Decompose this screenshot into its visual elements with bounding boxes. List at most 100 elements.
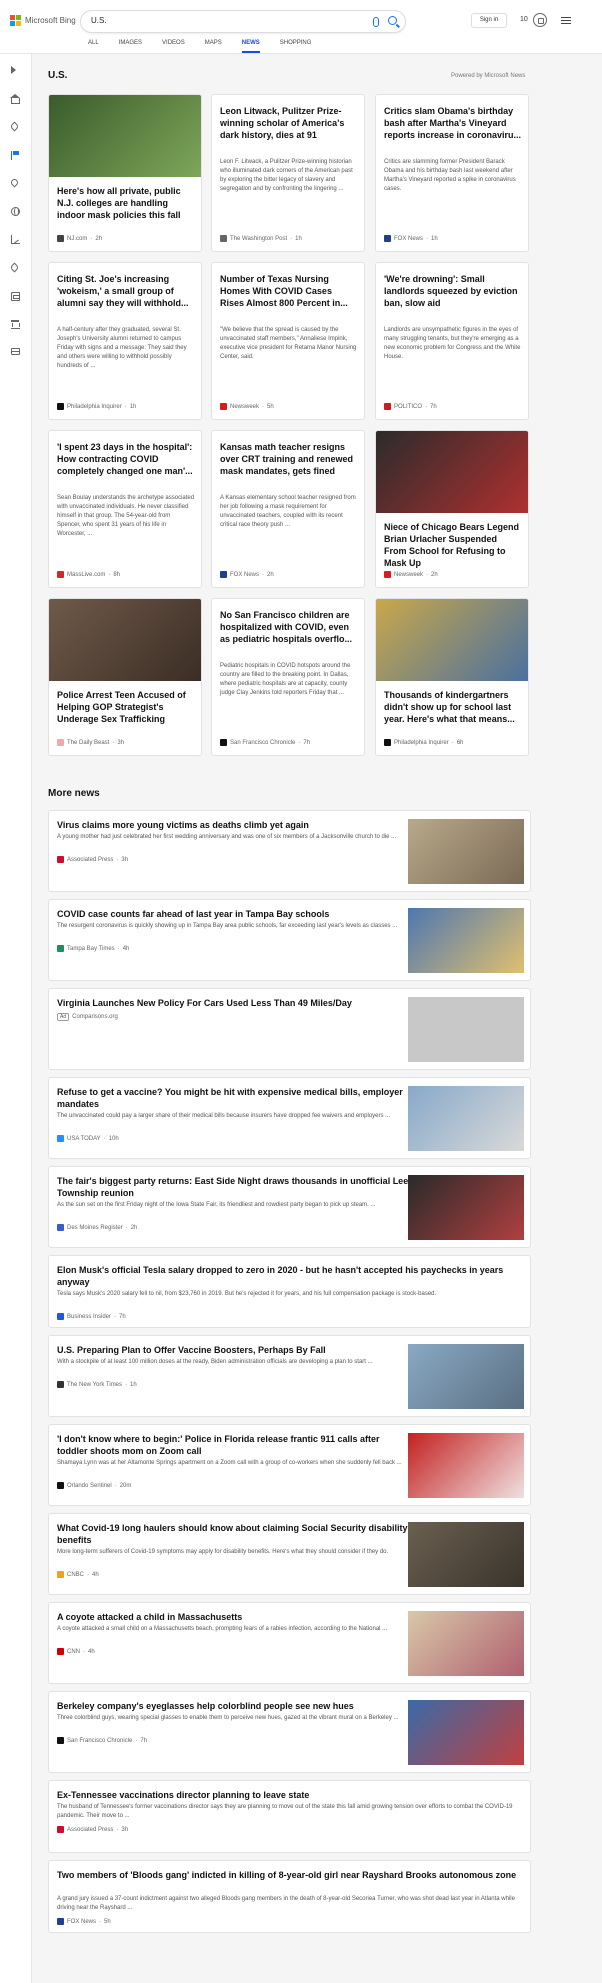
- news-card[interactable]: Kansas math teacher resigns over CRT tra…: [211, 430, 365, 588]
- news-headline[interactable]: Refuse to get a vaccine? You might be hi…: [57, 1086, 412, 1110]
- globe-icon[interactable]: [11, 207, 20, 216]
- more-news-item[interactable]: A coyote attacked a child in Massachuset…: [48, 1602, 531, 1684]
- card-image[interactable]: [376, 431, 528, 513]
- more-news-item[interactable]: COVID case counts far ahead of last year…: [48, 899, 531, 981]
- news-thumbnail[interactable]: [408, 1175, 524, 1240]
- news-card[interactable]: Citing St. Joe's increasing 'wokeism,' a…: [48, 262, 202, 420]
- card-source[interactable]: MassLive.com · 8h: [57, 571, 120, 578]
- bank-icon[interactable]: [11, 320, 20, 329]
- news-headline[interactable]: The fair's biggest party returns: East S…: [57, 1175, 412, 1199]
- news-card[interactable]: Leon Litwack, Pulitzer Prize-winning sch…: [211, 94, 365, 252]
- news-thumbnail[interactable]: [408, 1344, 524, 1409]
- more-news-item[interactable]: Virginia Launches New Policy For Cars Us…: [48, 988, 531, 1070]
- news-source[interactable]: Des Moines Register · 2h: [57, 1224, 137, 1231]
- news-headline[interactable]: What Covid-19 long haulers should know a…: [57, 1522, 412, 1546]
- location-pin-icon[interactable]: [9, 177, 20, 188]
- card-source[interactable]: NJ.com · 2h: [57, 235, 102, 242]
- sports-icon[interactable]: [9, 262, 20, 273]
- rewards-count[interactable]: 10: [520, 16, 528, 23]
- news-thumbnail[interactable]: [408, 1086, 524, 1151]
- news-thumbnail[interactable]: [408, 1522, 524, 1587]
- card-title[interactable]: Critics slam Obama's birthday bash after…: [384, 105, 522, 141]
- news-source[interactable]: Orlando Sentinel · 20m: [57, 1482, 131, 1489]
- card-title[interactable]: Police Arrest Teen Accused of Helping GO…: [57, 689, 195, 725]
- news-source[interactable]: San Francisco Chronicle · 7h: [57, 1737, 147, 1744]
- news-source[interactable]: FOX News · 5h: [57, 1918, 111, 1925]
- news-card[interactable]: Thousands of kindergartners didn't show …: [375, 598, 529, 756]
- card-source[interactable]: POLITICO · 7h: [384, 403, 437, 410]
- card-source[interactable]: Newsweek · 2h: [384, 571, 438, 578]
- news-headline[interactable]: Berkeley company's eyeglasses help color…: [57, 1700, 412, 1712]
- more-news-item[interactable]: Berkeley company's eyeglasses help color…: [48, 1691, 531, 1773]
- news-thumbnail[interactable]: [408, 997, 524, 1062]
- card-title[interactable]: Here's how all private, public N.J. coll…: [57, 185, 195, 221]
- news-card[interactable]: Police Arrest Teen Accused of Helping GO…: [48, 598, 202, 756]
- news-card[interactable]: Number of Texas Nursing Homes With COVID…: [211, 262, 365, 420]
- more-news-item[interactable]: Two members of 'Bloods gang' indicted in…: [48, 1860, 531, 1933]
- news-card[interactable]: 'We're drowning': Small landlords squeez…: [375, 262, 529, 420]
- card-title[interactable]: Niece of Chicago Bears Legend Brian Urla…: [384, 521, 522, 569]
- news-source[interactable]: Tampa Bay Times · 4h: [57, 945, 129, 952]
- card-image[interactable]: [49, 95, 201, 177]
- card-title[interactable]: No San Francisco children are hospitaliz…: [220, 609, 358, 645]
- news-card[interactable]: 'I spent 23 days in the hospital': How c…: [48, 430, 202, 588]
- news-source[interactable]: CNN · 4h: [57, 1648, 95, 1655]
- news-card[interactable]: No San Francisco children are hospitaliz…: [211, 598, 365, 756]
- news-headline[interactable]: Ex-Tennessee vaccinations director plann…: [57, 1789, 522, 1801]
- search-icon[interactable]: [388, 16, 397, 25]
- trending-icon[interactable]: [9, 121, 20, 132]
- more-news-item[interactable]: What Covid-19 long haulers should know a…: [48, 1513, 531, 1595]
- tab-images[interactable]: IMAGES: [119, 40, 142, 53]
- news-headline[interactable]: Virus claims more young victims as death…: [57, 819, 412, 831]
- news-headline[interactable]: 'I don't know where to begin:' Police in…: [57, 1433, 412, 1457]
- card-title[interactable]: Citing St. Joe's increasing 'wokeism,' a…: [57, 273, 195, 309]
- news-thumbnail[interactable]: [408, 1611, 524, 1676]
- more-news-item[interactable]: 'I don't know where to begin:' Police in…: [48, 1424, 531, 1506]
- news-thumbnail[interactable]: [408, 819, 524, 884]
- card-source[interactable]: The Daily Beast · 3h: [57, 739, 124, 746]
- news-headline[interactable]: Two members of 'Bloods gang' indicted in…: [57, 1869, 522, 1881]
- card-title[interactable]: 'I spent 23 days in the hospital': How c…: [57, 441, 195, 477]
- more-news-item[interactable]: Virus claims more young victims as death…: [48, 810, 531, 892]
- news-card[interactable]: Critics slam Obama's birthday bash after…: [375, 94, 529, 252]
- news-thumbnail[interactable]: [408, 1700, 524, 1765]
- more-news-item[interactable]: Ex-Tennessee vaccinations director plann…: [48, 1780, 531, 1853]
- sign-in-button[interactable]: Sign in: [471, 13, 507, 28]
- rewards-icon[interactable]: [533, 13, 547, 27]
- search-input[interactable]: [91, 16, 351, 25]
- news-headline[interactable]: COVID case counts far ahead of last year…: [57, 908, 412, 920]
- tab-maps[interactable]: MAPS: [205, 40, 222, 53]
- news-source[interactable]: The New York Times · 1h: [57, 1381, 137, 1388]
- news-headline[interactable]: Virginia Launches New Policy For Cars Us…: [57, 997, 412, 1009]
- card-title[interactable]: 'We're drowning': Small landlords squeez…: [384, 273, 522, 309]
- collapse-arrow-icon[interactable]: [11, 66, 16, 74]
- news-source[interactable]: Associated Press · 3h: [57, 1826, 128, 1833]
- news-source[interactable]: USA TODAY · 10h: [57, 1135, 119, 1142]
- card-title[interactable]: Leon Litwack, Pulitzer Prize-winning sch…: [220, 105, 358, 141]
- chart-icon[interactable]: [11, 235, 20, 244]
- card-title[interactable]: Thousands of kindergartners didn't show …: [384, 689, 522, 725]
- tab-videos[interactable]: VIDEOS: [162, 40, 185, 53]
- card-source[interactable]: Newsweek · 5h: [220, 403, 274, 410]
- card-icon[interactable]: [11, 348, 20, 355]
- more-news-item[interactable]: Refuse to get a vaccine? You might be hi…: [48, 1077, 531, 1159]
- tab-news[interactable]: NEWS: [241, 40, 260, 53]
- card-source[interactable]: FOX News · 1h: [384, 235, 438, 242]
- news-source[interactable]: CNBC · 4h: [57, 1571, 99, 1578]
- news-source[interactable]: Associated Press · 3h: [57, 856, 128, 863]
- card-title[interactable]: Kansas math teacher resigns over CRT tra…: [220, 441, 358, 477]
- news-card[interactable]: Niece of Chicago Bears Legend Brian Urla…: [375, 430, 529, 588]
- flag-icon[interactable]: [11, 151, 20, 160]
- news-headline[interactable]: U.S. Preparing Plan to Offer Vaccine Boo…: [57, 1344, 412, 1356]
- card-source[interactable]: FOX News · 2h: [220, 571, 274, 578]
- card-source[interactable]: San Francisco Chronicle · 7h: [220, 739, 310, 746]
- card-source[interactable]: The Washington Post · 1h: [220, 235, 302, 242]
- news-headline[interactable]: Elon Musk's official Tesla salary droppe…: [57, 1264, 522, 1288]
- tab-shopping[interactable]: SHOPPING: [280, 40, 312, 53]
- card-source[interactable]: Philadelphia Inquirer · 6h: [384, 739, 463, 746]
- news-thumbnail[interactable]: [408, 908, 524, 973]
- card-title[interactable]: Number of Texas Nursing Homes With COVID…: [220, 273, 358, 309]
- microphone-icon[interactable]: [373, 17, 379, 27]
- news-source[interactable]: Ad Comparisons.org: [57, 1013, 118, 1021]
- entertainment-icon[interactable]: [11, 292, 20, 301]
